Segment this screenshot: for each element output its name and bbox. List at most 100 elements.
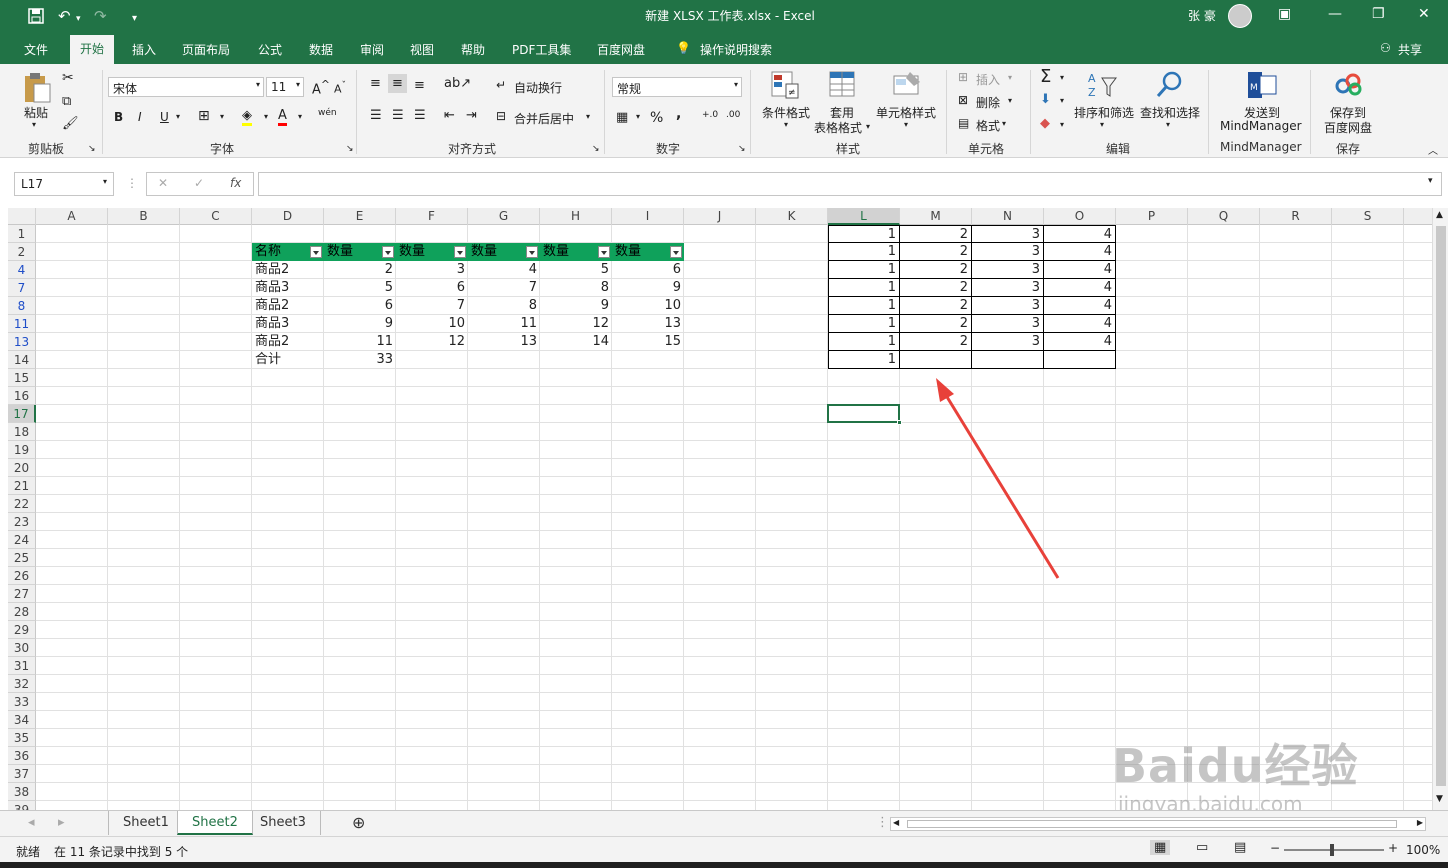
- border-icon[interactable]: ⊞: [198, 108, 210, 124]
- phonetic-icon[interactable]: wén: [318, 108, 337, 118]
- undo-dropdown-icon[interactable]: ▾: [76, 9, 81, 29]
- data-cell[interactable]: 2: [900, 225, 972, 243]
- align-middle-icon[interactable]: ≡: [388, 74, 407, 93]
- column-header-g[interactable]: G: [468, 208, 540, 225]
- font-name-combo[interactable]: 宋体 ▾: [108, 77, 264, 97]
- merge-dropdown-icon[interactable]: ▾: [586, 112, 590, 121]
- column-header-j[interactable]: J: [684, 208, 756, 225]
- table-header-cell[interactable]: 数量: [396, 243, 468, 261]
- baidu-cloud-icon[interactable]: [1334, 72, 1364, 98]
- cut-icon[interactable]: ✂: [62, 70, 74, 86]
- data-cell[interactable]: 3: [972, 333, 1044, 351]
- fill-handle[interactable]: [897, 420, 902, 425]
- conditional-formatting-button[interactable]: 条件格式: [762, 104, 810, 121]
- column-header-r[interactable]: R: [1260, 208, 1332, 225]
- customize-quick-access-icon[interactable]: ▾: [132, 9, 137, 29]
- normal-view-icon[interactable]: ▦: [1150, 840, 1171, 855]
- row-header-39[interactable]: 39: [8, 801, 36, 810]
- filter-dropdown-icon[interactable]: [382, 246, 394, 258]
- collapse-ribbon-icon[interactable]: ︿: [1428, 142, 1438, 157]
- font-size-combo[interactable]: 11 ▾: [266, 77, 304, 97]
- clear-dropdown-icon[interactable]: ▾: [1060, 120, 1064, 129]
- wrap-text-button[interactable]: 自动换行: [514, 79, 562, 96]
- maximize-icon[interactable]: ❐: [1372, 6, 1385, 22]
- minimize-icon[interactable]: —: [1328, 6, 1342, 22]
- data-cell[interactable]: 1: [828, 297, 900, 315]
- row-header-18[interactable]: 18: [8, 423, 36, 441]
- item-name-cell[interactable]: 商品2: [252, 297, 324, 315]
- tab-help[interactable]: 帮助: [461, 41, 485, 58]
- quantity-cell[interactable]: 6: [612, 261, 684, 279]
- column-header-b[interactable]: B: [108, 208, 180, 225]
- fill-color-dropdown-icon[interactable]: ▾: [264, 112, 268, 121]
- conditional-dropdown-icon[interactable]: ▾: [784, 120, 788, 129]
- increase-font-icon[interactable]: A^: [312, 78, 330, 97]
- page-layout-view-icon[interactable]: ▭: [1196, 840, 1208, 855]
- align-center-icon[interactable]: ☰: [392, 108, 404, 123]
- data-cell[interactable]: 1: [828, 333, 900, 351]
- autosum-icon[interactable]: Σ: [1040, 66, 1051, 87]
- table-header-cell[interactable]: 数量: [468, 243, 540, 261]
- decrease-decimal-icon[interactable]: .00: [726, 110, 740, 120]
- quantity-cell[interactable]: 8: [468, 297, 540, 315]
- zoom-in-icon[interactable]: +: [1388, 841, 1398, 855]
- tell-me-search[interactable]: 操作说明搜索: [700, 41, 772, 58]
- find-select-dropdown-icon[interactable]: ▾: [1166, 120, 1170, 129]
- row-header-20[interactable]: 20: [8, 459, 36, 477]
- cancel-icon[interactable]: ✕: [158, 176, 168, 190]
- format-as-table-dropdown-icon[interactable]: ▾: [866, 122, 870, 131]
- total-value-cell[interactable]: 33: [324, 351, 396, 369]
- data-cell[interactable]: 4: [1044, 279, 1116, 297]
- format-painter-icon[interactable]: 🖌: [62, 116, 79, 131]
- select-all-corner[interactable]: [8, 208, 36, 225]
- filter-dropdown-icon[interactable]: [598, 246, 610, 258]
- increase-decimal-icon[interactable]: +.0: [702, 110, 718, 120]
- column-header-i[interactable]: I: [612, 208, 684, 225]
- redo-icon[interactable]: ↷: [94, 6, 107, 26]
- column-header-p[interactable]: P: [1116, 208, 1188, 225]
- sort-filter-dropdown-icon[interactable]: ▾: [1100, 120, 1104, 129]
- zoom-level[interactable]: 100%: [1406, 843, 1440, 857]
- row-header-31[interactable]: 31: [8, 657, 36, 675]
- zoom-out-icon[interactable]: −: [1270, 841, 1280, 855]
- format-as-table-line2[interactable]: 表格格式: [814, 119, 862, 136]
- quantity-cell[interactable]: 12: [540, 315, 612, 333]
- tab-review[interactable]: 审阅: [360, 41, 384, 58]
- quantity-cell[interactable]: 9: [324, 315, 396, 333]
- number-launcher-icon[interactable]: ↘: [738, 144, 746, 154]
- quantity-cell[interactable]: 9: [612, 279, 684, 297]
- row-header-24[interactable]: 24: [8, 531, 36, 549]
- quantity-cell[interactable]: 5: [324, 279, 396, 297]
- data-cell[interactable]: 2: [900, 261, 972, 279]
- format-as-table-icon[interactable]: [828, 70, 858, 100]
- data-cell[interactable]: 1: [828, 279, 900, 297]
- tab-formulas[interactable]: 公式: [258, 41, 282, 58]
- data-cell[interactable]: 3: [972, 297, 1044, 315]
- data-cell[interactable]: 2: [900, 315, 972, 333]
- filter-active-icon[interactable]: [310, 246, 322, 258]
- insert-cells-button[interactable]: 插入: [976, 71, 1000, 88]
- tab-home[interactable]: 开始: [70, 35, 115, 64]
- data-cell[interactable]: [900, 351, 972, 369]
- table-header-cell[interactable]: 数量: [540, 243, 612, 261]
- table-header-cell[interactable]: 数量: [612, 243, 684, 261]
- share-button[interactable]: 共享: [1398, 41, 1422, 58]
- table-header-cell[interactable]: 名称: [252, 243, 324, 261]
- save-icon[interactable]: [28, 8, 44, 24]
- quantity-cell[interactable]: 9: [540, 297, 612, 315]
- delete-cells-button[interactable]: 删除: [976, 94, 1000, 111]
- enter-icon[interactable]: ✓: [194, 176, 204, 190]
- data-cell[interactable]: 4: [1044, 243, 1116, 261]
- data-cell[interactable]: 3: [972, 243, 1044, 261]
- quantity-cell[interactable]: 13: [612, 315, 684, 333]
- paste-icon[interactable]: [22, 72, 52, 104]
- sort-filter-button[interactable]: 排序和筛选: [1074, 104, 1134, 121]
- merge-center-button[interactable]: 合并后居中: [514, 110, 574, 127]
- quantity-cell[interactable]: 6: [396, 279, 468, 297]
- total-label-cell[interactable]: 合计: [252, 351, 324, 369]
- scroll-right-icon[interactable]: ▶: [1417, 818, 1423, 827]
- page-break-view-icon[interactable]: ▤: [1234, 840, 1246, 855]
- quantity-cell[interactable]: 2: [324, 261, 396, 279]
- data-cell[interactable]: [972, 351, 1044, 369]
- scroll-down-icon[interactable]: ▼: [1436, 794, 1443, 804]
